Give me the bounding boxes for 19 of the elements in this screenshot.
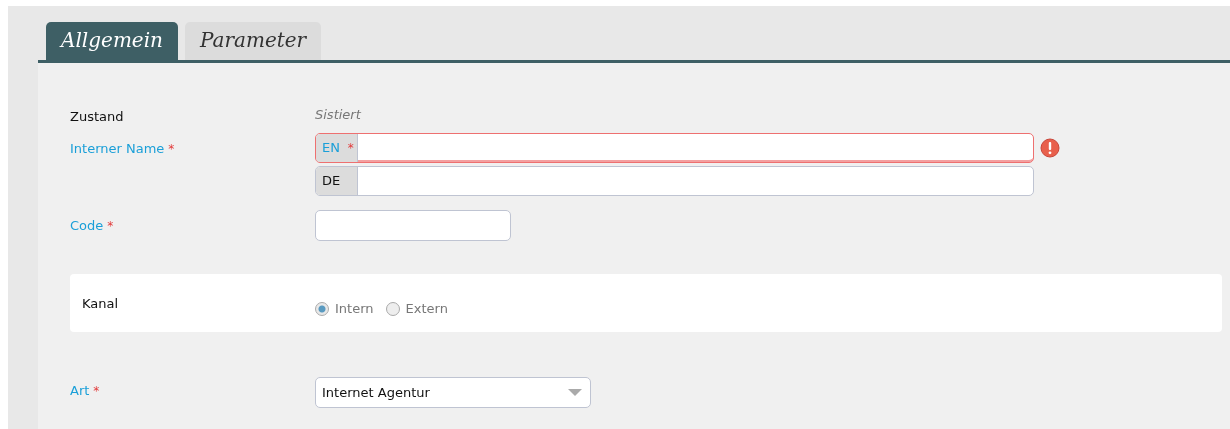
language-tag: DE <box>316 167 358 195</box>
required-mark: * <box>93 384 100 398</box>
field-label: Code <box>70 218 104 233</box>
required-mark: * <box>107 219 114 233</box>
field-label: Interner Name <box>70 141 165 156</box>
language-tag: EN * <box>316 134 358 162</box>
tab[interactable]: Parameter <box>184 22 322 60</box>
field-label: Kanal <box>82 295 119 311</box>
field-label: Art <box>70 383 90 398</box>
status-value: Sistiert <box>315 107 361 122</box>
tab[interactable]: Allgemein <box>46 22 178 60</box>
dropdown[interactable]: Internet Agentur <box>315 377 591 408</box>
required-mark: * <box>168 142 175 156</box>
radio-option[interactable]: Intern <box>315 287 374 317</box>
input-field[interactable]: DE <box>315 166 1034 196</box>
field-label: Zustand <box>70 109 124 124</box>
caret-icon <box>568 389 582 396</box>
radio-option[interactable]: Extern <box>385 287 448 317</box>
input-field[interactable] <box>315 210 511 241</box>
